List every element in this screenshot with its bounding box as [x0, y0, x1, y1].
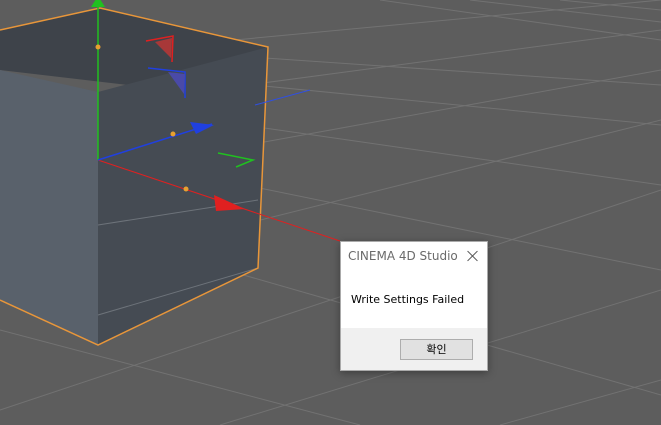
- dialog-footer: 확인: [341, 328, 487, 370]
- ok-button[interactable]: 확인: [400, 339, 473, 360]
- close-icon[interactable]: [465, 248, 481, 264]
- axis-y-arrow: [91, 0, 105, 7]
- dialog-titlebar[interactable]: CINEMA 4D Studio: [341, 242, 487, 272]
- handle-dot-z: [170, 131, 176, 137]
- viewport-scene: [0, 0, 661, 425]
- error-dialog: CINEMA 4D Studio Write Settings Failed 확…: [340, 241, 488, 371]
- cube-left-face: [0, 70, 98, 345]
- dialog-message: Write Settings Failed: [351, 293, 465, 306]
- handle-dot-x: [183, 186, 189, 192]
- 3d-viewport[interactable]: [0, 0, 661, 425]
- dialog-title: CINEMA 4D Studio: [348, 249, 458, 263]
- handle-dot-y: [95, 44, 101, 50]
